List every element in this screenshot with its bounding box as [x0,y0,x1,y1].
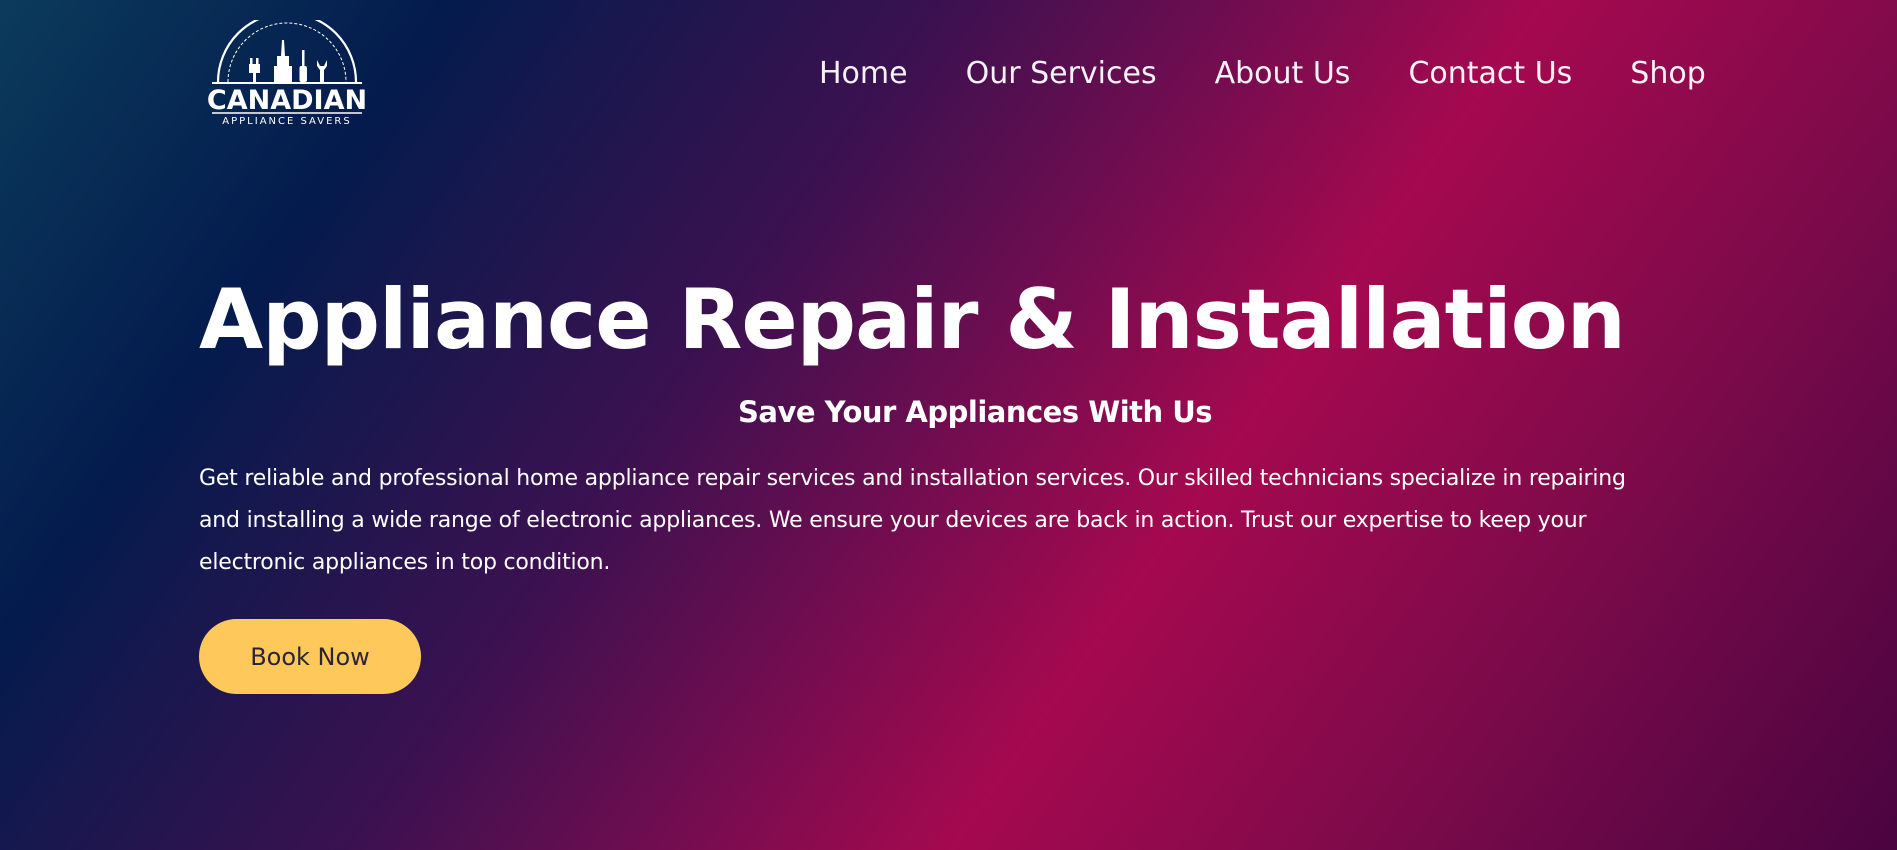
nav-item-our-services[interactable]: Our Services [966,54,1157,94]
nav-item-home[interactable]: Home [819,54,908,94]
logo-tagline: APPLIANCE SAVERS [222,116,351,127]
site-logo[interactable]: CANADIAN APPLIANCE SAVERS [204,20,370,128]
book-now-button[interactable]: Book Now [199,619,421,694]
nav-item-contact-us[interactable]: Contact Us [1408,54,1572,94]
main-nav: Home Our Services About Us Contact Us Sh… [819,54,1706,94]
nav-item-shop[interactable]: Shop [1630,54,1705,94]
hero-title: Appliance Repair & Installation [199,271,1626,368]
nav-item-about-us[interactable]: About Us [1215,54,1351,94]
hero-description: Get reliable and professional home appli… [199,466,1626,575]
hero-section: CANADIAN APPLIANCE SAVERS Home Our Servi… [0,0,1897,850]
hero-subtitle: Save Your Appliances With Us [738,395,1213,429]
logo-brand-name: CANADIAN [207,85,367,116]
logo-icon: CANADIAN APPLIANCE SAVERS [207,20,367,127]
